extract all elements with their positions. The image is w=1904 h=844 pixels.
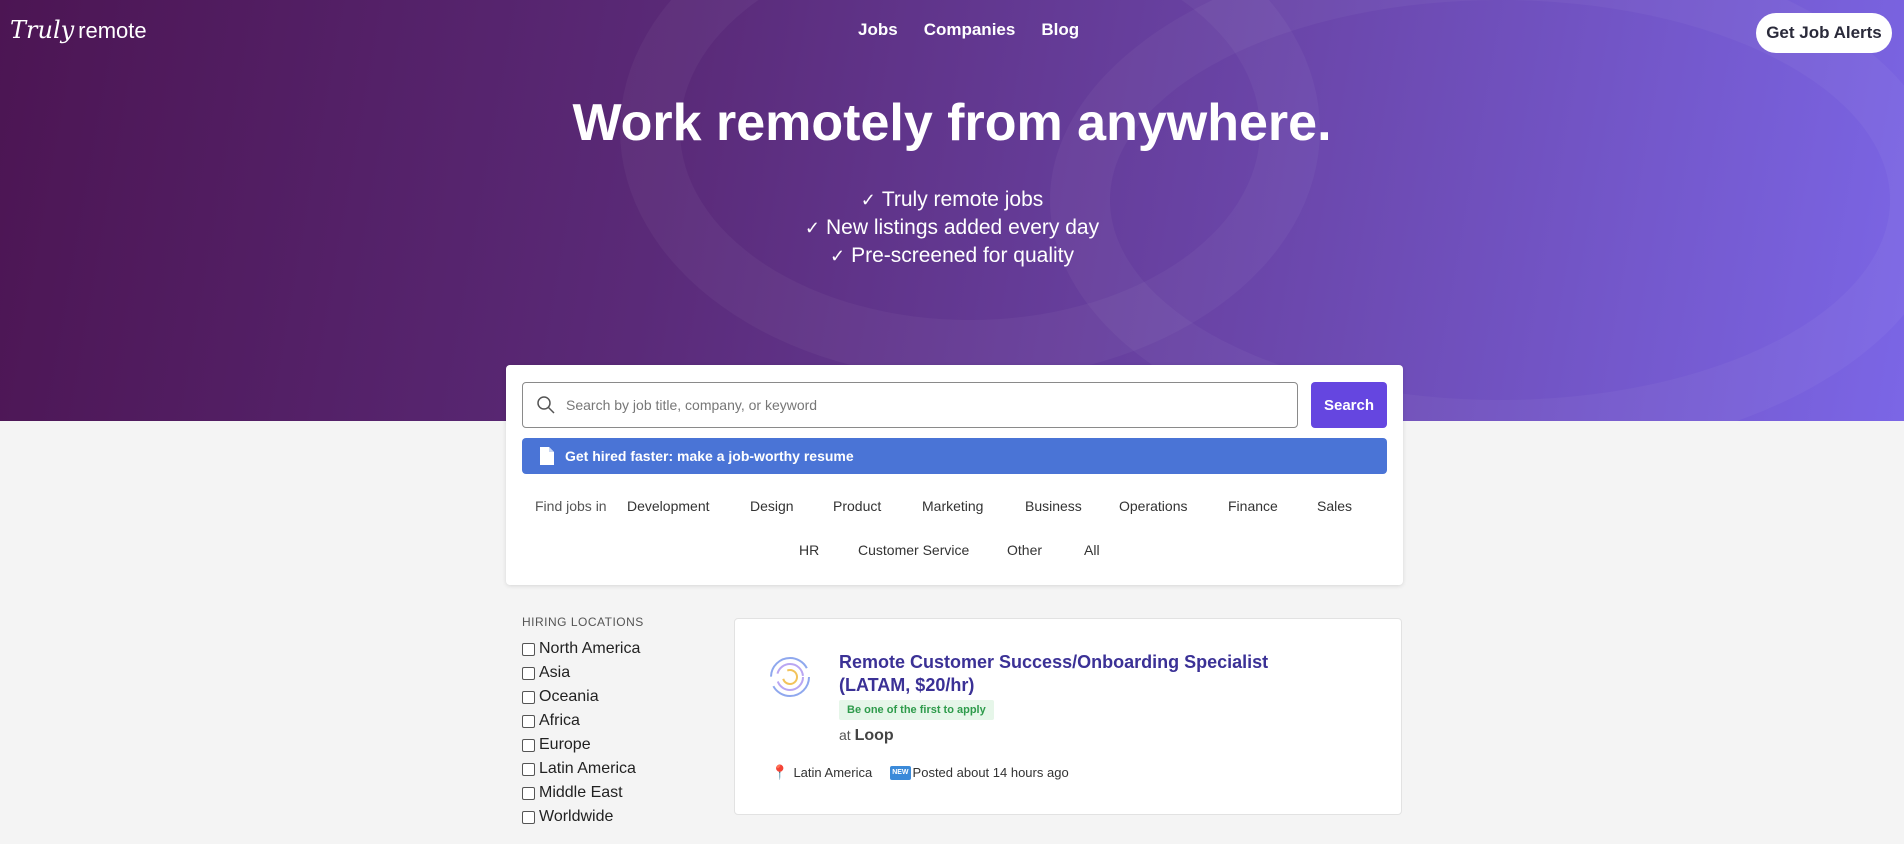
location-option[interactable]: Europe [522, 733, 722, 757]
location-pin-icon: 📍 [771, 764, 789, 780]
location-label: Africa [539, 712, 580, 729]
benefit-item: ✓ Truly remote jobs [0, 186, 1904, 214]
benefit-text: Pre-screened for quality [851, 244, 1075, 267]
location-label: Europe [539, 736, 591, 753]
resume-banner[interactable]: Get hired faster: make a job-worthy resu… [522, 438, 1387, 474]
benefit-item: ✓ Pre-screened for quality [0, 242, 1904, 270]
search-field[interactable] [522, 382, 1298, 428]
category-all[interactable]: All [1084, 542, 1100, 558]
search-card: Search Get hired faster: make a job-wort… [506, 365, 1403, 585]
category-operations[interactable]: Operations [1119, 498, 1187, 514]
logo-script: Truly [10, 16, 75, 44]
check-icon: ✓ [804, 218, 820, 238]
search-button[interactable]: Search [1311, 382, 1387, 428]
checkbox[interactable] [522, 690, 535, 704]
location-option[interactable]: Latin America [522, 757, 722, 781]
location-option[interactable]: Asia [522, 661, 722, 685]
category-other[interactable]: Other [1007, 542, 1042, 558]
job-meta: 📍 Latin America NEW Posted about 14 hour… [771, 764, 1069, 781]
hero: Truly remote Jobs Companies Blog Get Job… [0, 0, 1904, 421]
location-label: Worldwide [539, 808, 614, 825]
checkbox[interactable] [522, 642, 535, 656]
search-input[interactable] [566, 397, 1266, 413]
checkbox[interactable] [522, 714, 535, 728]
job-card[interactable]: Remote Customer Success/Onboarding Speci… [734, 618, 1402, 815]
benefits-list: ✓ Truly remote jobs ✓ New listings added e… [0, 186, 1904, 270]
category-design[interactable]: Design [750, 498, 794, 514]
document-icon [540, 447, 554, 465]
category-finance[interactable]: Finance [1228, 498, 1278, 514]
category-development[interactable]: Development [627, 498, 710, 514]
get-job-alerts-button[interactable]: Get Job Alerts [1756, 13, 1892, 53]
location-label: Asia [539, 664, 571, 681]
top-nav: Jobs Companies Blog [858, 20, 1105, 40]
check-icon: ✓ [829, 246, 846, 266]
checkbox[interactable] [522, 666, 535, 680]
new-icon: NEW [890, 765, 911, 780]
location-option[interactable]: Oceania [522, 685, 722, 709]
location-label: Oceania [539, 688, 599, 705]
location-label: Middle East [539, 784, 623, 801]
company-name[interactable]: Loop [855, 727, 894, 744]
logo[interactable]: Truly remote [10, 16, 147, 44]
early-applicant-badge: Be one of the first to apply [839, 700, 994, 720]
check-icon: ✓ [860, 190, 876, 210]
checkbox[interactable] [522, 810, 535, 824]
nav-companies[interactable]: Companies [924, 20, 1016, 40]
location-label: Latin America [539, 760, 636, 777]
location-filter-heading: HIRING LOCATIONS [522, 615, 644, 629]
benefit-item: ✓ New listings added every day [0, 214, 1904, 242]
checkbox[interactable] [522, 738, 535, 752]
checkbox[interactable] [522, 762, 535, 776]
category-business[interactable]: Business [1025, 498, 1082, 514]
category-product[interactable]: Product [833, 498, 881, 514]
category-customer-service[interactable]: Customer Service [858, 542, 969, 558]
benefit-text: Truly remote jobs [881, 188, 1044, 211]
location-option[interactable]: Africa [522, 709, 722, 733]
posted-time: Posted about 14 hours ago [912, 765, 1069, 780]
checkbox[interactable] [522, 786, 535, 800]
location-filter: HIRING LOCATIONS North America Asia Ocea… [522, 615, 722, 829]
location-label: North America [539, 640, 641, 657]
company-line: at Loop [839, 727, 894, 745]
search-icon [537, 396, 555, 414]
resume-banner-text: Get hired faster: make a job-worthy resu… [565, 448, 854, 464]
category-sales[interactable]: Sales [1317, 498, 1352, 514]
benefit-text: New listings added every day [825, 216, 1100, 239]
location-option[interactable]: Middle East [522, 781, 722, 805]
categories-label: Find jobs in [535, 498, 607, 514]
location-option[interactable]: North America [522, 637, 722, 661]
job-title-link[interactable]: Remote Customer Success/Onboarding Speci… [839, 651, 1339, 697]
nav-jobs[interactable]: Jobs [858, 20, 898, 40]
location-option[interactable]: Worldwide [522, 805, 722, 829]
logo-text: remote [78, 18, 147, 43]
job-location: Latin America [793, 765, 873, 780]
category-marketing[interactable]: Marketing [922, 498, 983, 514]
page-headline: Work remotely from anywhere. [572, 94, 1332, 152]
nav-blog[interactable]: Blog [1041, 20, 1079, 40]
category-hr[interactable]: HR [799, 542, 819, 558]
company-logo [770, 657, 810, 697]
company-prefix: at [839, 727, 851, 743]
